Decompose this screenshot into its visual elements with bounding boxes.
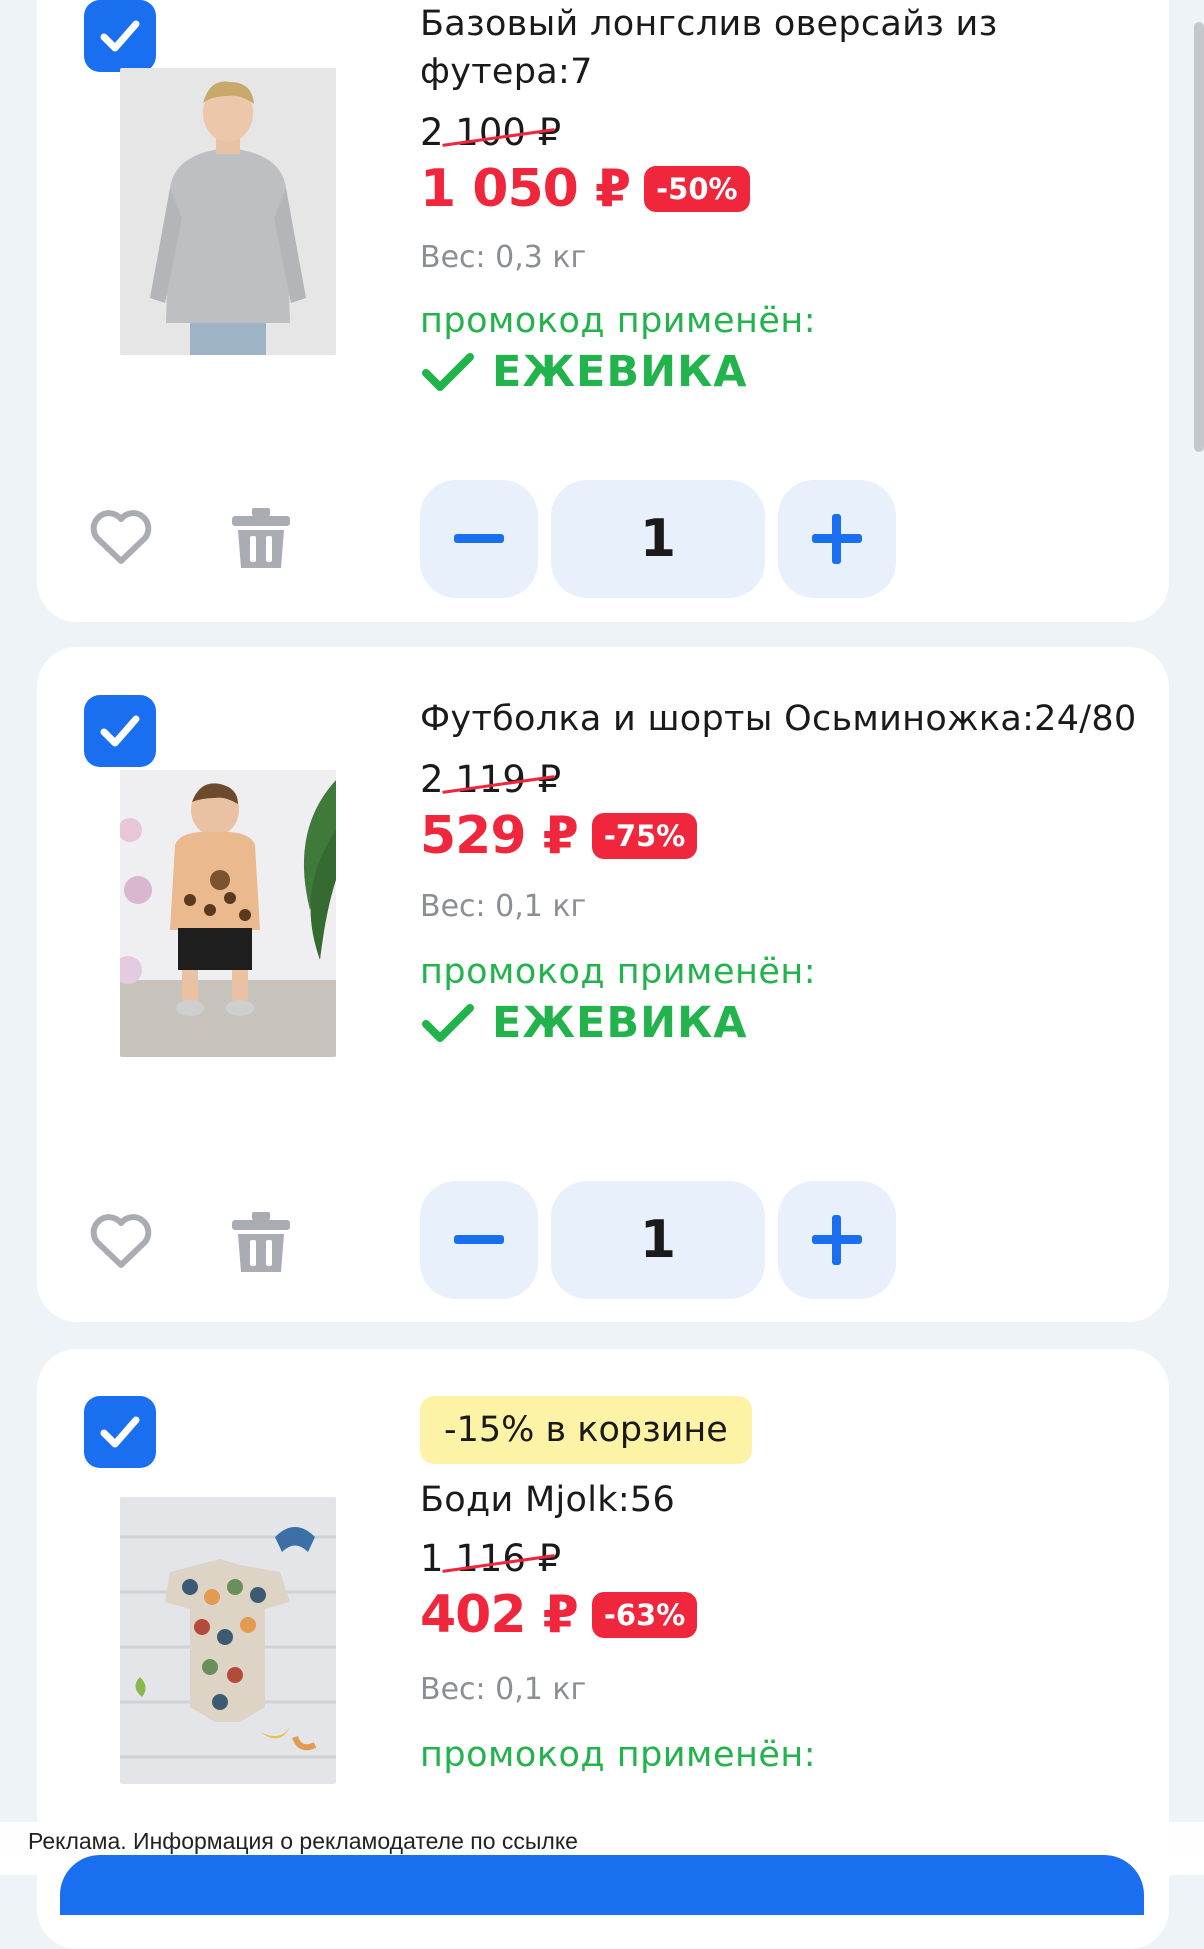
promo-applied-label: промокод применён:	[420, 301, 817, 341]
scrollbar[interactable]	[1194, 22, 1204, 452]
current-price: 1 050 ₽	[420, 159, 631, 219]
promo-applied-label: промокод применён:	[420, 1735, 817, 1775]
discount-badge: -63%	[591, 1592, 698, 1638]
decrement-button[interactable]	[420, 1181, 538, 1299]
cart-item-card: Футболка и шорты Осьминожка:24/80 2 119 …	[37, 647, 1169, 1322]
plus-icon	[812, 514, 862, 564]
cart-item-card: Базовый лонгслив оверсайз из футера:7 2 …	[37, 0, 1169, 622]
delete-button[interactable]	[230, 1210, 292, 1278]
decrement-button[interactable]	[420, 480, 538, 598]
delete-button[interactable]	[230, 506, 292, 574]
quantity-value[interactable]: 1	[551, 1181, 765, 1299]
minus-icon	[454, 1235, 504, 1244]
checkmark-icon	[100, 20, 140, 52]
ad-disclosure-link[interactable]: Реклама. Информация о рекламодателе по с…	[28, 1828, 578, 1855]
product-image[interactable]	[120, 770, 336, 1057]
basket-discount-badge: -15% в корзине	[420, 1396, 752, 1464]
item-checkbox[interactable]	[84, 0, 156, 72]
checkmark-icon	[100, 715, 140, 747]
product-image[interactable]	[120, 68, 336, 355]
quantity-stepper: 1	[420, 480, 896, 598]
old-price: 2 100 ₽	[420, 108, 561, 158]
plus-icon	[812, 1215, 862, 1265]
current-price: 402 ₽	[420, 1585, 579, 1645]
old-price: 1 116 ₽	[420, 1534, 561, 1584]
product-title[interactable]: Боди Mjolk:56	[420, 1476, 1140, 1524]
heart-icon	[90, 510, 152, 564]
increment-button[interactable]	[778, 480, 896, 598]
increment-button[interactable]	[778, 1181, 896, 1299]
checkout-bar[interactable]	[60, 1855, 1144, 1915]
product-info: -15% в корзине Боди Mjolk:56 1 116 ₽ 402…	[420, 1396, 1140, 1778]
promo-code: ЕЖЕВИКА	[492, 347, 748, 397]
checkmark-icon	[100, 1416, 140, 1448]
product-image[interactable]	[120, 1497, 336, 1784]
current-price: 529 ₽	[420, 806, 579, 866]
heart-icon	[90, 1214, 152, 1268]
item-checkbox[interactable]	[84, 1396, 156, 1468]
product-title[interactable]: Базовый лонгслив оверсайз из футера:7	[420, 0, 1140, 96]
product-weight: Вес: 0,3 кг	[420, 240, 587, 275]
item-checkbox[interactable]	[84, 695, 156, 767]
promo-code: ЕЖЕВИКА	[492, 998, 748, 1048]
product-info: Футболка и шорты Осьминожка:24/80 2 119 …	[420, 695, 1140, 1051]
trash-icon	[232, 508, 290, 568]
checkmark-icon	[422, 353, 474, 391]
minus-icon	[454, 534, 504, 543]
product-info: Базовый лонгслив оверсайз из футера:7 2 …	[420, 0, 1140, 400]
product-title[interactable]: Футболка и шорты Осьминожка:24/80	[420, 695, 1140, 743]
product-weight: Вес: 0,1 кг	[420, 889, 587, 924]
checkmark-icon	[422, 1004, 474, 1042]
discount-badge: -75%	[591, 813, 698, 859]
favorite-button[interactable]	[89, 1212, 153, 1274]
old-price: 2 119 ₽	[420, 755, 561, 805]
trash-icon	[232, 1212, 290, 1272]
quantity-value[interactable]: 1	[551, 480, 765, 598]
promo-applied-label: промокод применён:	[420, 952, 817, 992]
quantity-stepper: 1	[420, 1181, 896, 1299]
favorite-button[interactable]	[89, 508, 153, 570]
promo-code-row: ЕЖЕВИКА	[420, 344, 1140, 400]
cart-page: Базовый лонгслив оверсайз из футера:7 2 …	[0, 0, 1204, 1949]
promo-code-row: ЕЖЕВИКА	[420, 995, 1140, 1051]
product-weight: Вес: 0,1 кг	[420, 1672, 587, 1707]
discount-badge: -50%	[644, 166, 750, 212]
